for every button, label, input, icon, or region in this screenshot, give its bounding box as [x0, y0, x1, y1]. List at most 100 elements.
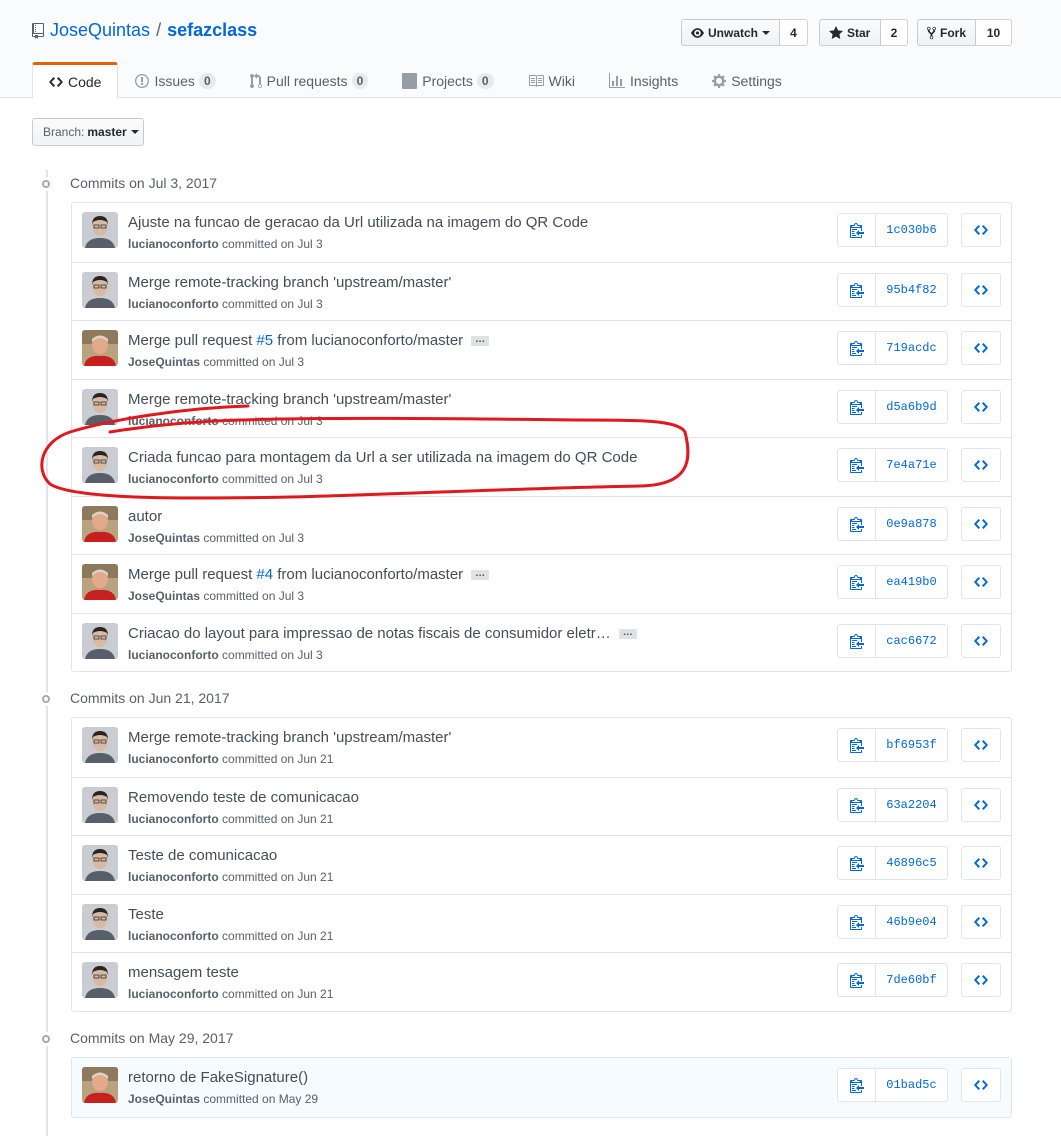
browse-repo-button[interactable]: [961, 1068, 1001, 1102]
commit-message-text[interactable]: Merge remote-tracking branch 'upstream/m…: [128, 274, 451, 291]
avatar[interactable]: [82, 505, 118, 542]
commit-message-text[interactable]: Teste: [128, 906, 164, 923]
commit-sha-link[interactable]: 7de60bf: [876, 963, 948, 997]
copy-sha-button[interactable]: [837, 623, 876, 658]
repo-owner-link[interactable]: JoseQuintas: [50, 20, 150, 41]
commit-sha-link[interactable]: 46b9e04: [876, 904, 948, 939]
avatar[interactable]: [82, 447, 118, 483]
commit-sha-link[interactable]: 46896c5: [876, 846, 948, 880]
copy-sha-button[interactable]: [837, 963, 876, 997]
copy-sha-button[interactable]: [837, 389, 876, 424]
commit-message-text[interactable]: Merge remote-tracking branch 'upstream/m…: [128, 729, 451, 746]
avatar[interactable]: [82, 564, 118, 600]
commit-author-link[interactable]: lucianoconforto: [128, 987, 219, 1001]
commit-author-link[interactable]: lucianoconforto: [128, 414, 219, 428]
browse-repo-button[interactable]: [961, 963, 1001, 997]
copy-sha-button[interactable]: [837, 904, 876, 939]
avatar[interactable]: [82, 271, 118, 308]
copy-sha-button[interactable]: [837, 787, 876, 822]
commit-sha-link[interactable]: 719acdc: [876, 331, 948, 365]
commit-sha-link[interactable]: 7e4a71e: [876, 448, 948, 482]
commit-message-text[interactable]: from lucianoconforto/master: [273, 566, 463, 583]
commit-message-text[interactable]: Criacao do layout para impressao de nota…: [128, 625, 611, 642]
browse-repo-button[interactable]: [961, 565, 1001, 599]
tab-insights[interactable]: Insights: [592, 62, 695, 98]
avatar[interactable]: [82, 212, 118, 248]
tab-settings[interactable]: Settings: [695, 62, 799, 98]
browse-repo-button[interactable]: [961, 787, 1001, 822]
browse-repo-button[interactable]: [961, 728, 1001, 762]
browse-repo-button[interactable]: [961, 448, 1001, 482]
commit-message-text[interactable]: mensagem teste: [128, 964, 239, 981]
commit-sha-link[interactable]: 01bad5c: [876, 1068, 948, 1102]
commit-author-link[interactable]: JoseQuintas: [128, 1092, 200, 1106]
commit-author-link[interactable]: lucianoconforto: [128, 648, 219, 662]
expand-message-button[interactable]: …: [471, 335, 490, 347]
copy-sha-button[interactable]: [837, 1068, 876, 1102]
repo-name-link[interactable]: sefazclass: [167, 20, 257, 41]
commit-sha-link[interactable]: 1c030b6: [876, 213, 948, 247]
commit-sha-link[interactable]: ea419b0: [876, 565, 948, 599]
commit-author-link[interactable]: lucianoconforto: [128, 929, 219, 943]
commit-message-text[interactable]: Removendo teste de comunicacao: [128, 789, 359, 806]
commit-message-text[interactable]: Merge pull request: [128, 566, 256, 583]
browse-repo-button[interactable]: [961, 272, 1001, 307]
watchers-count[interactable]: 4: [780, 19, 808, 46]
browse-repo-button[interactable]: [961, 506, 1001, 541]
commit-message-text[interactable]: Criada funcao para montagem da Url a ser…: [128, 449, 637, 466]
copy-sha-button[interactable]: [837, 331, 876, 365]
avatar[interactable]: [82, 622, 118, 659]
commit-author-link[interactable]: lucianoconforto: [128, 237, 219, 251]
expand-message-button[interactable]: …: [471, 569, 490, 581]
browse-repo-button[interactable]: [961, 389, 1001, 424]
stargazers-count[interactable]: 2: [881, 19, 908, 46]
browse-repo-button[interactable]: [961, 331, 1001, 365]
copy-sha-button[interactable]: [837, 728, 876, 762]
commit-author-link[interactable]: lucianoconforto: [128, 752, 219, 766]
commit-author-link[interactable]: lucianoconforto: [128, 870, 219, 884]
avatar[interactable]: [82, 903, 118, 940]
commit-message-text[interactable]: Teste de comunicacao: [128, 847, 277, 864]
tab-wiki[interactable]: Wiki: [511, 62, 592, 98]
avatar[interactable]: [82, 786, 118, 823]
tab-issues[interactable]: Issues 0: [118, 62, 232, 98]
tab-code[interactable]: Code: [32, 62, 119, 99]
commit-author-link[interactable]: lucianoconforto: [128, 812, 219, 826]
avatar[interactable]: [82, 962, 118, 998]
avatar[interactable]: [82, 845, 118, 881]
commit-sha-link[interactable]: 0e9a878: [876, 506, 948, 541]
commit-message-text[interactable]: retorno de FakeSignature(): [128, 1069, 308, 1086]
commit-author-link[interactable]: lucianoconforto: [128, 472, 219, 486]
commit-author-link[interactable]: JoseQuintas: [128, 355, 200, 369]
expand-message-button[interactable]: …: [618, 627, 637, 639]
forks-count[interactable]: 10: [976, 19, 1012, 46]
copy-sha-button[interactable]: [837, 565, 876, 599]
commit-sha-link[interactable]: cac6672: [876, 623, 948, 658]
browse-repo-button[interactable]: [961, 904, 1001, 939]
commit-author-link[interactable]: JoseQuintas: [128, 531, 200, 545]
commit-sha-link[interactable]: 63a2204: [876, 787, 948, 822]
commit-sha-link[interactable]: 95b4f82: [876, 272, 948, 307]
commit-message-text[interactable]: Merge remote-tracking branch 'upstream/m…: [128, 391, 451, 408]
avatar[interactable]: [82, 388, 118, 425]
pull-request-link[interactable]: #5: [256, 332, 273, 349]
commit-author-link[interactable]: JoseQuintas: [128, 589, 200, 603]
commit-author-link[interactable]: lucianoconforto: [128, 297, 219, 311]
unwatch-button[interactable]: Unwatch: [681, 19, 780, 46]
copy-sha-button[interactable]: [837, 448, 876, 482]
branch-select-button[interactable]: Branch: master: [32, 118, 144, 146]
avatar[interactable]: [82, 330, 118, 366]
copy-sha-button[interactable]: [837, 272, 876, 307]
browse-repo-button[interactable]: [961, 623, 1001, 658]
commit-message-text[interactable]: autor: [128, 508, 162, 525]
copy-sha-button[interactable]: [837, 213, 876, 247]
avatar[interactable]: [82, 727, 118, 763]
star-button[interactable]: Star: [819, 19, 881, 46]
copy-sha-button[interactable]: [837, 506, 876, 541]
commit-sha-link[interactable]: bf6953f: [876, 728, 948, 762]
avatar[interactable]: [82, 1067, 118, 1103]
browse-repo-button[interactable]: [961, 213, 1001, 247]
fork-button[interactable]: Fork: [917, 19, 976, 46]
commit-message-text[interactable]: Ajuste na funcao de geracao da Url utili…: [128, 214, 588, 231]
browse-repo-button[interactable]: [961, 846, 1001, 880]
